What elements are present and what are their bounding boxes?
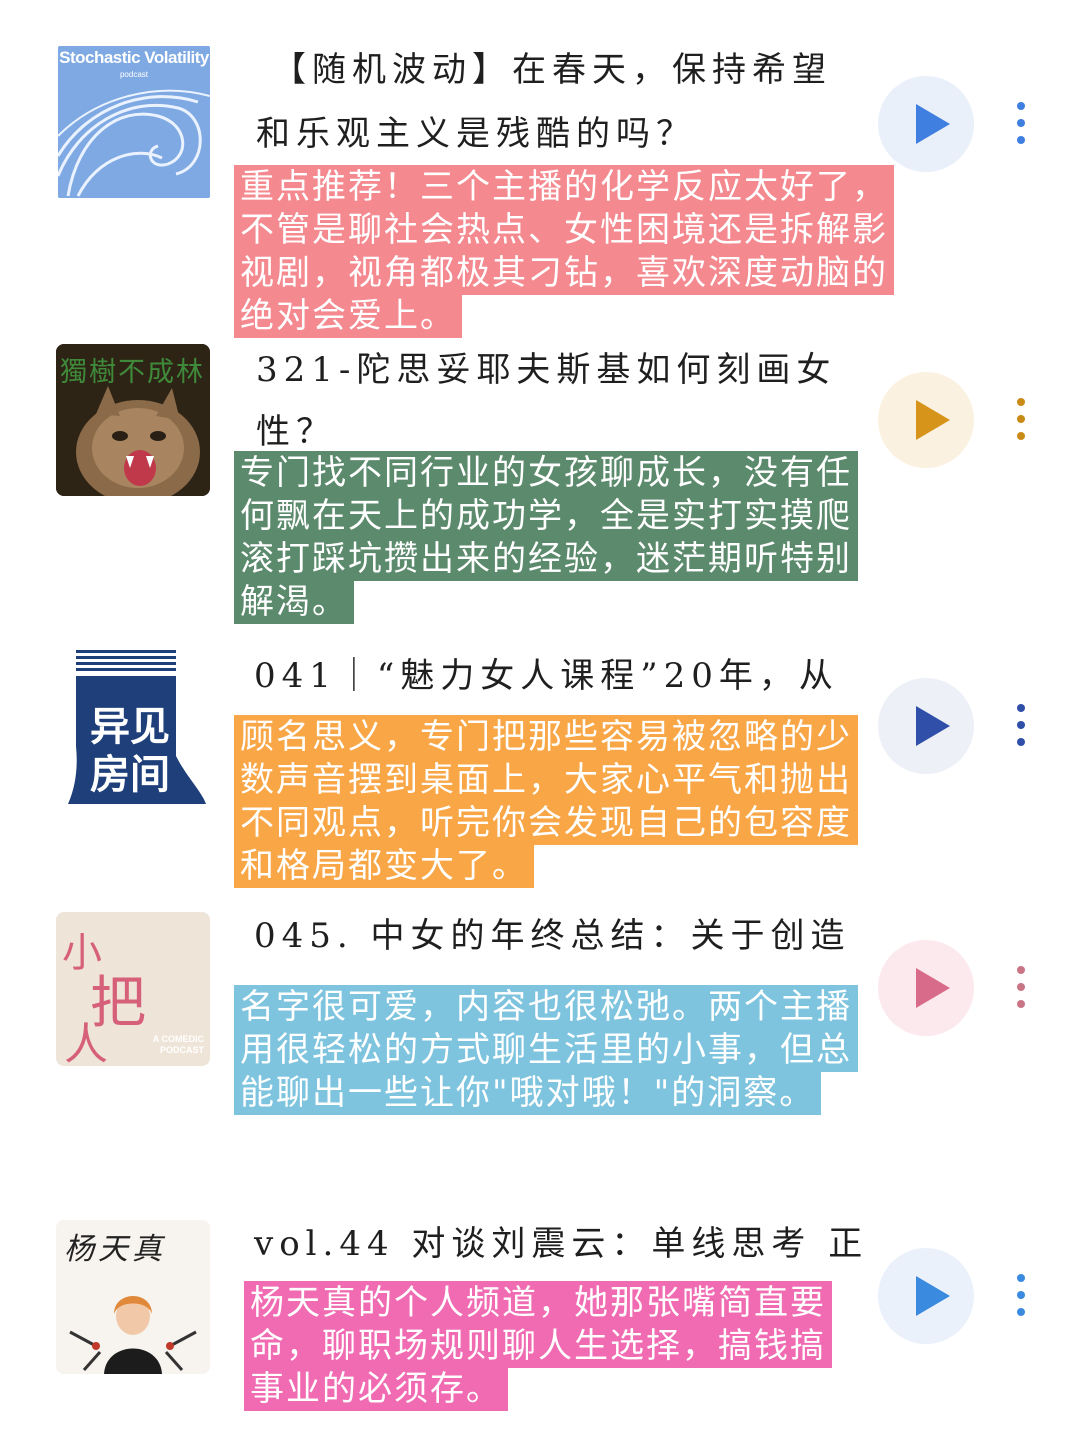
more-dot-icon — [1017, 102, 1025, 110]
episode-title[interactable]: vol.44 对谈刘震云：单线思考 正 — [254, 1214, 868, 1274]
note-text: 专门找不同行业的女孩聊成长，没有任何飘在天上的成功学，全是实打实摸爬滚打踩坑攒出… — [234, 451, 858, 624]
wave-art — [58, 46, 210, 198]
play-icon — [916, 104, 950, 144]
play-button[interactable] — [878, 940, 974, 1036]
note-text: 顾名思义，专门把那些容易被忽略的少数声音摆到桌面上，大家心平气和抛出不同观点，听… — [234, 715, 858, 888]
more-dot-icon — [1017, 398, 1025, 406]
podcast-cover-cat[interactable]: 獨樹不成林 — [56, 344, 210, 496]
recommendation-note: 名字很可爱，内容也很松弛。两个主播用很轻松的方式聊生活里的小事，但总能聊出一些让… — [234, 985, 870, 1115]
cover-title: 杨天真 — [64, 1232, 166, 1267]
play-button[interactable] — [878, 1248, 974, 1344]
more-options-button[interactable] — [1014, 102, 1028, 148]
cover-char-3: 人 — [64, 1019, 108, 1066]
note-text: 名字很可爱，内容也很松弛。两个主播用很轻松的方式聊生活里的小事，但总能聊出一些让… — [234, 985, 858, 1115]
more-dot-icon — [1017, 966, 1025, 974]
more-options-button[interactable] — [1014, 1274, 1028, 1320]
play-button[interactable] — [878, 372, 974, 468]
more-dot-icon — [1017, 704, 1025, 712]
episode-title[interactable]: 045. 中女的年终总结：关于创造 — [254, 906, 851, 966]
recommendation-note: 顾名思义，专门把那些容易被忽略的少数声音摆到桌面上，大家心平气和抛出不同观点，听… — [234, 715, 858, 888]
more-options-button[interactable] — [1014, 966, 1028, 1012]
play-icon — [916, 400, 950, 440]
recommendation-note: 重点推荐！三个主播的化学反应太好了，不管是聊社会热点、女性困境还是拆解影视剧，视… — [234, 165, 894, 338]
episode-title[interactable]: 【随机波动】在春天，保持希望 — [272, 40, 832, 100]
play-icon — [916, 1276, 950, 1316]
episode-title-line-2[interactable]: 和乐观主义是残酷的吗？ — [256, 104, 696, 164]
more-options-button[interactable] — [1014, 704, 1028, 750]
podcast-cover-xiao-ba-ren[interactable]: 小 把 人 A COMEDIC PODCAST — [56, 912, 210, 1066]
cover-subtitle: podcast — [119, 70, 149, 79]
episode-title[interactable]: 321-陀思妥耶夫斯基如何刻画女 — [256, 340, 836, 400]
play-icon — [916, 706, 950, 746]
podcast-cover-yijian-fangjian[interactable]: 异见 房间 — [56, 646, 210, 806]
note-text: 杨天真的个人频道，她那张嘴简直要命，聊职场规则聊人生选择，搞钱搞事业的必须存。 — [244, 1281, 832, 1411]
cover-title: Stochastic Volatility — [59, 48, 209, 67]
more-options-button[interactable] — [1014, 398, 1028, 444]
cover-title-line-2: 房间 — [90, 752, 170, 798]
play-button[interactable] — [878, 76, 974, 172]
episode-title[interactable]: 041｜“魅力女人课程”20年，从 — [254, 646, 839, 706]
podcast-cover-stochastic-volatility[interactable]: Stochastic Volatility podcast — [58, 46, 210, 198]
recommendation-note: 杨天真的个人频道，她那张嘴简直要命，聊职场规则聊人生选择，搞钱搞事业的必须存。 — [244, 1281, 844, 1411]
podcast-cover-yang-tianzhen[interactable]: 杨天真 — [56, 1220, 210, 1374]
cover-title: 獨樹不成林 — [60, 357, 205, 388]
cover-subtitle: A COMEDIC PODCAST — [152, 1034, 204, 1055]
recommendation-note: 专门找不同行业的女孩聊成长，没有任何飘在天上的成功学，全是实打实摸爬滚打踩坑攒出… — [234, 451, 858, 624]
play-icon — [916, 968, 950, 1008]
play-button[interactable] — [878, 678, 974, 774]
more-dot-icon — [1017, 1274, 1025, 1282]
note-text: 重点推荐！三个主播的化学反应太好了，不管是聊社会热点、女性困境还是拆解影视剧，视… — [234, 165, 894, 338]
